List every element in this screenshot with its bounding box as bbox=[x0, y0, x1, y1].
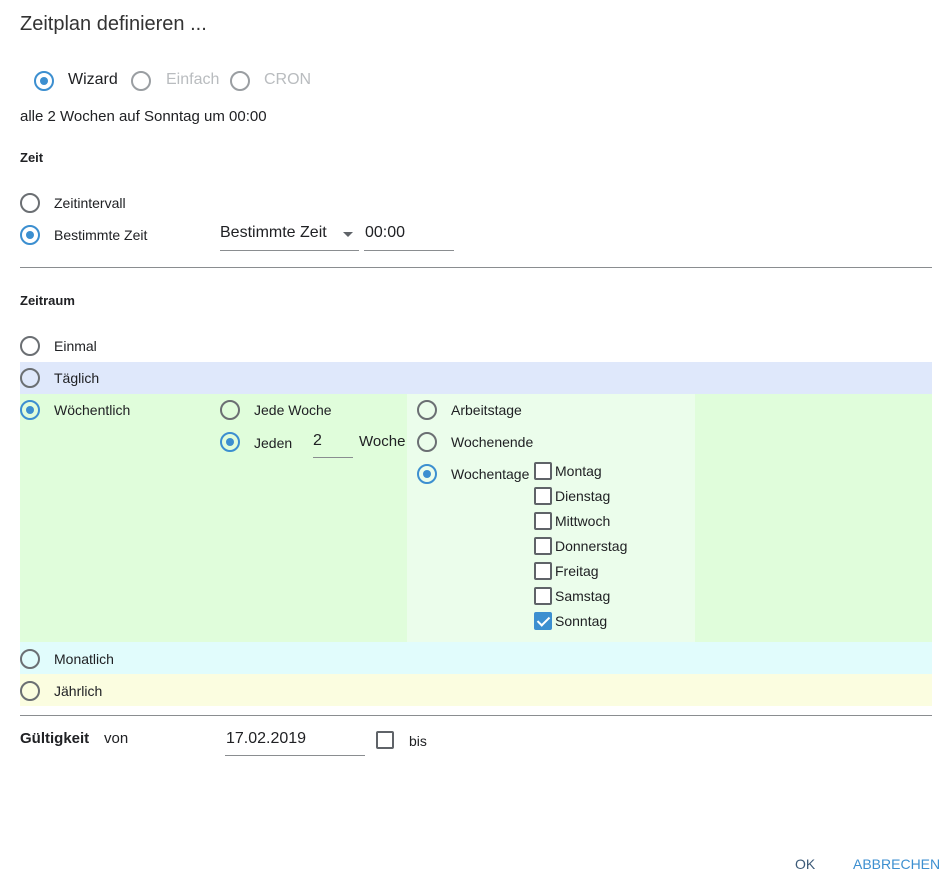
mode-wizard-label[interactable]: Wizard bbox=[68, 71, 118, 89]
day-label-donnerstag[interactable]: Donnerstag bbox=[555, 538, 627, 554]
zeitraum-heading: Zeitraum bbox=[20, 293, 75, 308]
gueltigkeit-heading: Gültigkeit bbox=[20, 730, 90, 747]
einmal-label[interactable]: Einmal bbox=[54, 338, 97, 354]
day-label-dienstag[interactable]: Dienstag bbox=[555, 488, 610, 504]
checkbox-mittwoch[interactable] bbox=[534, 512, 552, 530]
zeitintervall-label[interactable]: Zeitintervall bbox=[54, 195, 126, 211]
mode-einfach-radio[interactable] bbox=[131, 71, 151, 91]
checkbox-dienstag[interactable] bbox=[534, 487, 552, 505]
mode-einfach-label[interactable]: Einfach bbox=[166, 71, 219, 89]
zeit-heading: Zeit bbox=[20, 150, 44, 165]
checkbox-montag[interactable] bbox=[534, 462, 552, 480]
taeglich-radio[interactable] bbox=[20, 368, 40, 388]
time-input-value: 00:00 bbox=[365, 224, 406, 241]
arbeitstage-label[interactable]: Arbeitstage bbox=[451, 402, 522, 418]
jede-woche-radio[interactable] bbox=[220, 400, 240, 420]
time-input[interactable]: 00:00 bbox=[364, 224, 454, 251]
wochenende-label[interactable]: Wochenende bbox=[451, 434, 533, 450]
week-interval-input[interactable]: 2 bbox=[313, 432, 353, 458]
mode-wizard-radio[interactable] bbox=[34, 71, 54, 91]
arbeitstage-radio[interactable] bbox=[417, 400, 437, 420]
day-label-freitag[interactable]: Freitag bbox=[555, 563, 599, 579]
day-label-samstag[interactable]: Samstag bbox=[555, 588, 610, 604]
schedule-summary: alle 2 Wochen auf Sonntag um 00:00 bbox=[20, 108, 267, 125]
day-label-sonntag[interactable]: Sonntag bbox=[555, 613, 607, 629]
jaehrlich-row bbox=[20, 674, 932, 706]
divider bbox=[20, 267, 932, 268]
cancel-button[interactable]: ABBRECHEN bbox=[853, 856, 940, 872]
monatlich-label[interactable]: Monatlich bbox=[54, 651, 114, 667]
checkbox-donnerstag[interactable] bbox=[534, 537, 552, 555]
chevron-down-icon bbox=[343, 232, 353, 237]
zeitintervall-radio[interactable] bbox=[20, 193, 40, 213]
time-mode-dropdown-value: Bestimmte Zeit bbox=[220, 224, 327, 241]
monatlich-row bbox=[20, 642, 932, 674]
von-label: von bbox=[104, 730, 129, 747]
woechentlich-radio[interactable] bbox=[20, 400, 40, 420]
taeglich-label[interactable]: Täglich bbox=[54, 370, 99, 386]
bestimmte-zeit-radio[interactable] bbox=[20, 225, 40, 245]
wochenende-radio[interactable] bbox=[417, 432, 437, 452]
bestimmte-zeit-label[interactable]: Bestimmte Zeit bbox=[54, 227, 147, 243]
jede-woche-label[interactable]: Jede Woche bbox=[254, 402, 332, 418]
dialog-title: Zeitplan definieren ... bbox=[20, 13, 207, 35]
mode-cron-label[interactable]: CRON bbox=[264, 71, 311, 89]
valid-from-date-value: 17.02.2019 bbox=[226, 730, 307, 747]
woche-label: Woche bbox=[359, 433, 406, 450]
bis-checkbox[interactable] bbox=[376, 731, 394, 749]
monatlich-radio[interactable] bbox=[20, 649, 40, 669]
ok-button[interactable]: OK bbox=[795, 856, 815, 872]
woechentlich-label[interactable]: Wöchentlich bbox=[54, 402, 130, 418]
jaehrlich-label[interactable]: Jährlich bbox=[54, 683, 102, 699]
day-label-montag[interactable]: Montag bbox=[555, 463, 602, 479]
day-label-mittwoch[interactable]: Mittwoch bbox=[555, 513, 610, 529]
jaehrlich-radio[interactable] bbox=[20, 681, 40, 701]
jeden-label[interactable]: Jeden bbox=[254, 435, 292, 451]
einmal-radio[interactable] bbox=[20, 336, 40, 356]
checkbox-freitag[interactable] bbox=[534, 562, 552, 580]
taeglich-row bbox=[20, 362, 932, 394]
checkbox-samstag[interactable] bbox=[534, 587, 552, 605]
wochentage-label[interactable]: Wochentage bbox=[451, 466, 529, 482]
bis-label[interactable]: bis bbox=[409, 733, 427, 749]
divider bbox=[20, 715, 932, 716]
wochentage-radio[interactable] bbox=[417, 464, 437, 484]
jeden-radio[interactable] bbox=[220, 432, 240, 452]
time-mode-dropdown[interactable]: Bestimmte Zeit bbox=[220, 224, 359, 251]
week-interval-value: 2 bbox=[313, 432, 322, 449]
checkbox-sonntag[interactable] bbox=[534, 612, 552, 630]
mode-cron-radio[interactable] bbox=[230, 71, 250, 91]
valid-from-date-input[interactable]: 17.02.2019 bbox=[225, 730, 365, 756]
